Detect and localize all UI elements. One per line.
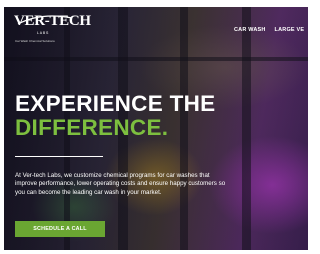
hero-divider <box>15 156 103 157</box>
headline-line-1: EXPERIENCE THE <box>15 91 216 116</box>
brand-logo[interactable]: VER-TECH LABS Car Wash Chemical Solution… <box>14 13 91 49</box>
nav-item-large-vehicle[interactable]: LARGE VE <box>275 27 305 33</box>
hero-body-text: At Ver-tech Labs, we customize chemical … <box>15 172 226 196</box>
nav-item-car-wash[interactable]: CAR WASH <box>234 27 266 33</box>
main-nav: CAR WASH LARGE VE <box>234 27 304 33</box>
brand-sub: LABS <box>37 31 50 35</box>
logo-swoosh-icon <box>17 15 73 25</box>
schedule-call-button[interactable]: SCHEDULE A CALL <box>15 221 105 237</box>
brand-tagline: Car Wash Chemical Solutions <box>15 39 55 43</box>
headline-line-2: DIFFERENCE. <box>15 115 169 140</box>
hero-headline: EXPERIENCE THE DIFFERENCE. <box>15 92 216 140</box>
